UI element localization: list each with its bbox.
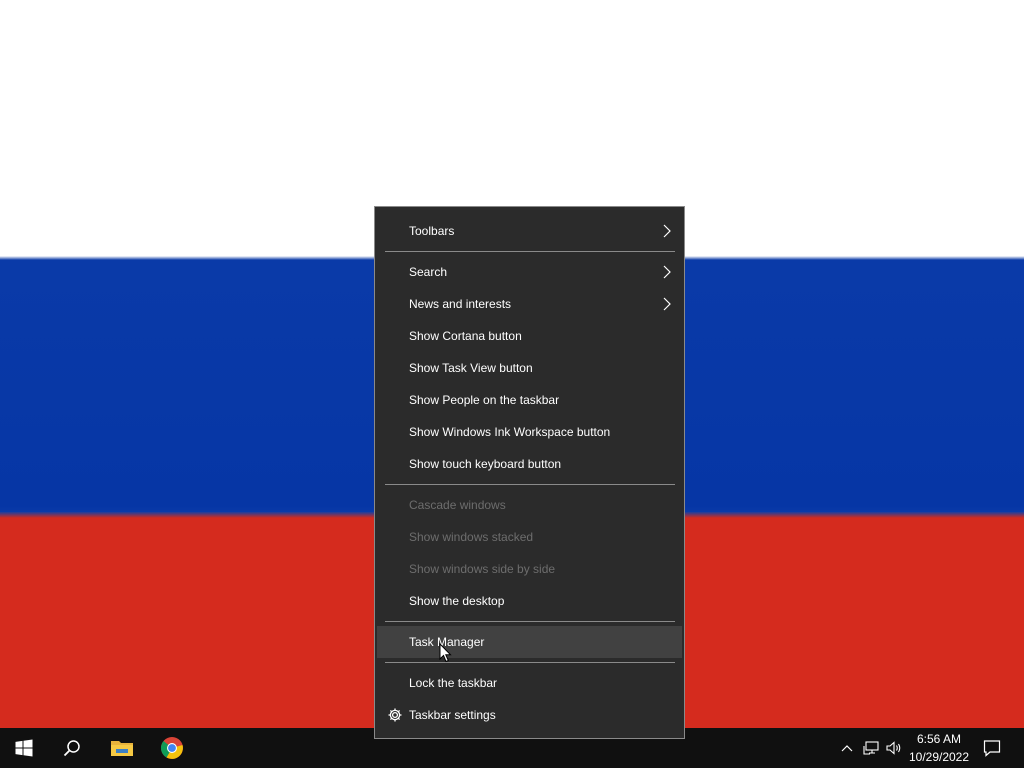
action-center-icon [983,740,1001,757]
menu-item-show-windows-stacked: Show windows stacked [377,521,682,553]
menu-item-label: Show windows stacked [409,530,534,544]
menu-item-search[interactable]: Search [377,256,682,288]
windows-logo-icon [15,739,33,757]
menu-item-show-windows-side-by-side: Show windows side by side [377,553,682,585]
mouse-pointer-icon [439,643,452,663]
menu-item-label: Show Task View button [409,361,533,375]
gear-icon [388,708,402,722]
menu-item-toolbars[interactable]: Toolbars [377,215,682,247]
search-button[interactable] [48,728,96,768]
menu-item-label: Show People on the taskbar [409,393,560,407]
chevron-right-icon [663,224,671,238]
menu-item-label: Toolbars [409,224,455,238]
menu-item-news-and-interests[interactable]: News and interests [377,288,682,320]
clock-date: 10/29/2022 [908,750,970,764]
menu-separator [385,484,675,485]
menu-item-label: Show Windows Ink Workspace button [409,425,611,439]
taskbar-clock[interactable]: 6:56 AM 10/29/2022 [904,730,974,766]
menu-item-label: Show touch keyboard button [409,457,562,471]
menu-separator [385,251,675,252]
folder-icon [111,741,133,756]
menu-item-label: Cascade windows [409,498,506,512]
menu-item-show-ink-workspace[interactable]: Show Windows Ink Workspace button [377,416,682,448]
taskbar-context-menu: Toolbars Search News and interests Show … [374,206,685,739]
network-button[interactable] [860,728,882,768]
chrome-icon [160,737,183,759]
menu-item-show-people[interactable]: Show People on the taskbar [377,384,682,416]
chevron-right-icon [663,297,671,311]
menu-item-label: Show Cortana button [409,329,522,343]
menu-item-label: Search [409,265,448,279]
chrome-button[interactable] [148,728,196,768]
volume-icon [886,741,901,755]
menu-item-lock-the-taskbar[interactable]: Lock the taskbar [377,667,682,699]
menu-item-label: Show windows side by side [409,562,556,576]
menu-item-cascade-windows: Cascade windows [377,489,682,521]
menu-item-task-manager[interactable]: Task Manager [377,626,682,658]
menu-item-label: Lock the taskbar [409,676,498,690]
clock-time: 6:56 AM [916,732,962,746]
start-button[interactable] [0,728,48,768]
menu-separator [385,621,675,622]
menu-item-label: News and interests [409,297,512,311]
file-explorer-button[interactable] [98,728,146,768]
menu-item-show-touch-keyboard[interactable]: Show touch keyboard button [377,448,682,480]
menu-item-taskbar-settings[interactable]: Taskbar settings [377,699,682,731]
search-icon [63,740,80,757]
action-center-button[interactable] [980,728,1004,768]
network-icon [863,741,879,755]
menu-item-show-cortana-button[interactable]: Show Cortana button [377,320,682,352]
volume-button[interactable] [883,728,905,768]
menu-item-label: Show the desktop [409,594,505,608]
menu-item-show-the-desktop[interactable]: Show the desktop [377,585,682,617]
chevron-up-icon [841,745,853,752]
menu-item-show-task-view-button[interactable]: Show Task View button [377,352,682,384]
show-hidden-icons-button[interactable] [836,728,858,768]
menu-item-label: Taskbar settings [409,708,496,722]
menu-separator [385,662,675,663]
chevron-right-icon [663,265,671,279]
